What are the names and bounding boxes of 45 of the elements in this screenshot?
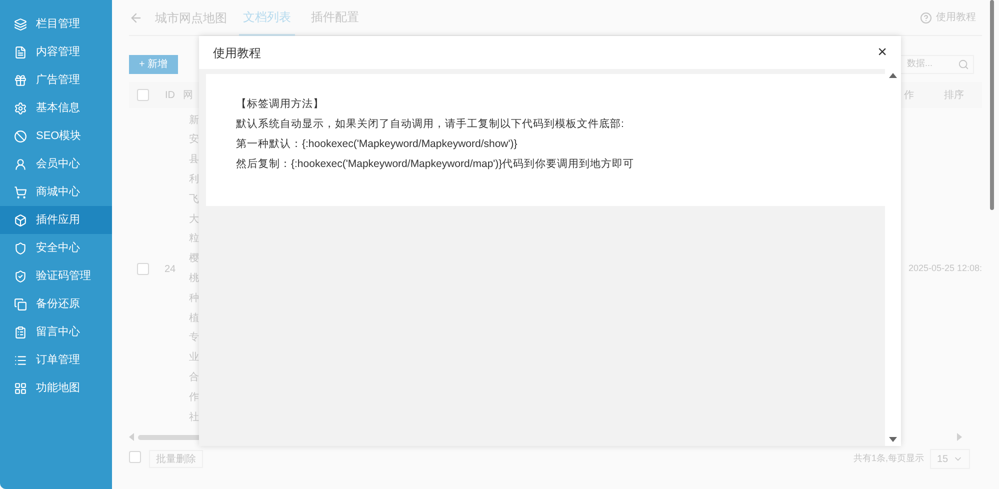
sidebar-item[interactable]: 备份还原 bbox=[0, 290, 112, 318]
scroll-down-icon[interactable] bbox=[889, 437, 897, 442]
copy-icon bbox=[14, 298, 27, 310]
document-icon bbox=[14, 46, 27, 58]
cart-icon bbox=[14, 186, 27, 198]
sidebar-item[interactable]: 订单管理 bbox=[0, 346, 112, 374]
sidebar-item[interactable]: 会员中心 bbox=[0, 150, 112, 178]
shield-check-icon bbox=[14, 270, 27, 282]
scroll-up-icon[interactable] bbox=[889, 73, 897, 78]
sidebar-item[interactable]: 栏目管理 bbox=[0, 10, 112, 38]
shield-icon bbox=[14, 242, 27, 254]
sidebar-item[interactable]: 广告管理 bbox=[0, 66, 112, 94]
grid-icon bbox=[14, 382, 27, 394]
list-icon bbox=[14, 354, 27, 366]
scroll-right-icon[interactable] bbox=[957, 433, 962, 441]
checkbox[interactable] bbox=[129, 450, 141, 462]
instruction-text: 【标签调用方法】 bbox=[236, 97, 325, 112]
back-icon[interactable] bbox=[129, 10, 143, 24]
checkbox[interactable] bbox=[137, 89, 149, 101]
instruction-text: 默认系统自动显示，如果关闭了自动调用，请手工复制以下代码到模板文件底部: bbox=[236, 117, 625, 132]
add-button[interactable]: + 新增 bbox=[129, 54, 178, 74]
instruction-text: 然后复制：{:hookexec('Mapkeyword/Mapkeyword/map')}代码到你要调用到地方即可 bbox=[236, 157, 636, 172]
sidebar-item[interactable]: 验证码管理 bbox=[0, 262, 112, 290]
instruction-text: 第一种默认：{:hookexec('Mapkeyword/Mapkeyword/show')} bbox=[236, 137, 518, 152]
help-icon bbox=[920, 12, 932, 24]
close-button[interactable]: × bbox=[878, 44, 887, 60]
sidebar-item[interactable]: 功能地图 bbox=[0, 374, 112, 402]
sidebar-item[interactable]: 商城中心 bbox=[0, 178, 112, 206]
cube-icon bbox=[14, 214, 27, 226]
user-icon bbox=[14, 158, 27, 170]
sidebar-item[interactable]: 插件应用 bbox=[0, 206, 112, 234]
clipboard-icon bbox=[14, 326, 27, 338]
sidebar-item[interactable]: 基本信息 bbox=[0, 94, 112, 122]
search-icon bbox=[958, 58, 969, 70]
checkbox[interactable] bbox=[137, 263, 149, 275]
scroll-left-icon[interactable] bbox=[129, 433, 134, 441]
gear-icon bbox=[14, 102, 27, 114]
layers-icon bbox=[14, 18, 27, 30]
gift-icon bbox=[14, 74, 27, 86]
sidebar-item[interactable]: 内容管理 bbox=[0, 38, 112, 66]
sidebar-item[interactable]: 安全中心 bbox=[0, 234, 112, 262]
sidebar-item[interactable]: SEO模块 bbox=[0, 122, 112, 150]
circle-slash-icon bbox=[14, 130, 27, 142]
sidebar-item[interactable]: 留言中心 bbox=[0, 318, 112, 346]
modal-title: 使用教程 bbox=[213, 44, 261, 62]
